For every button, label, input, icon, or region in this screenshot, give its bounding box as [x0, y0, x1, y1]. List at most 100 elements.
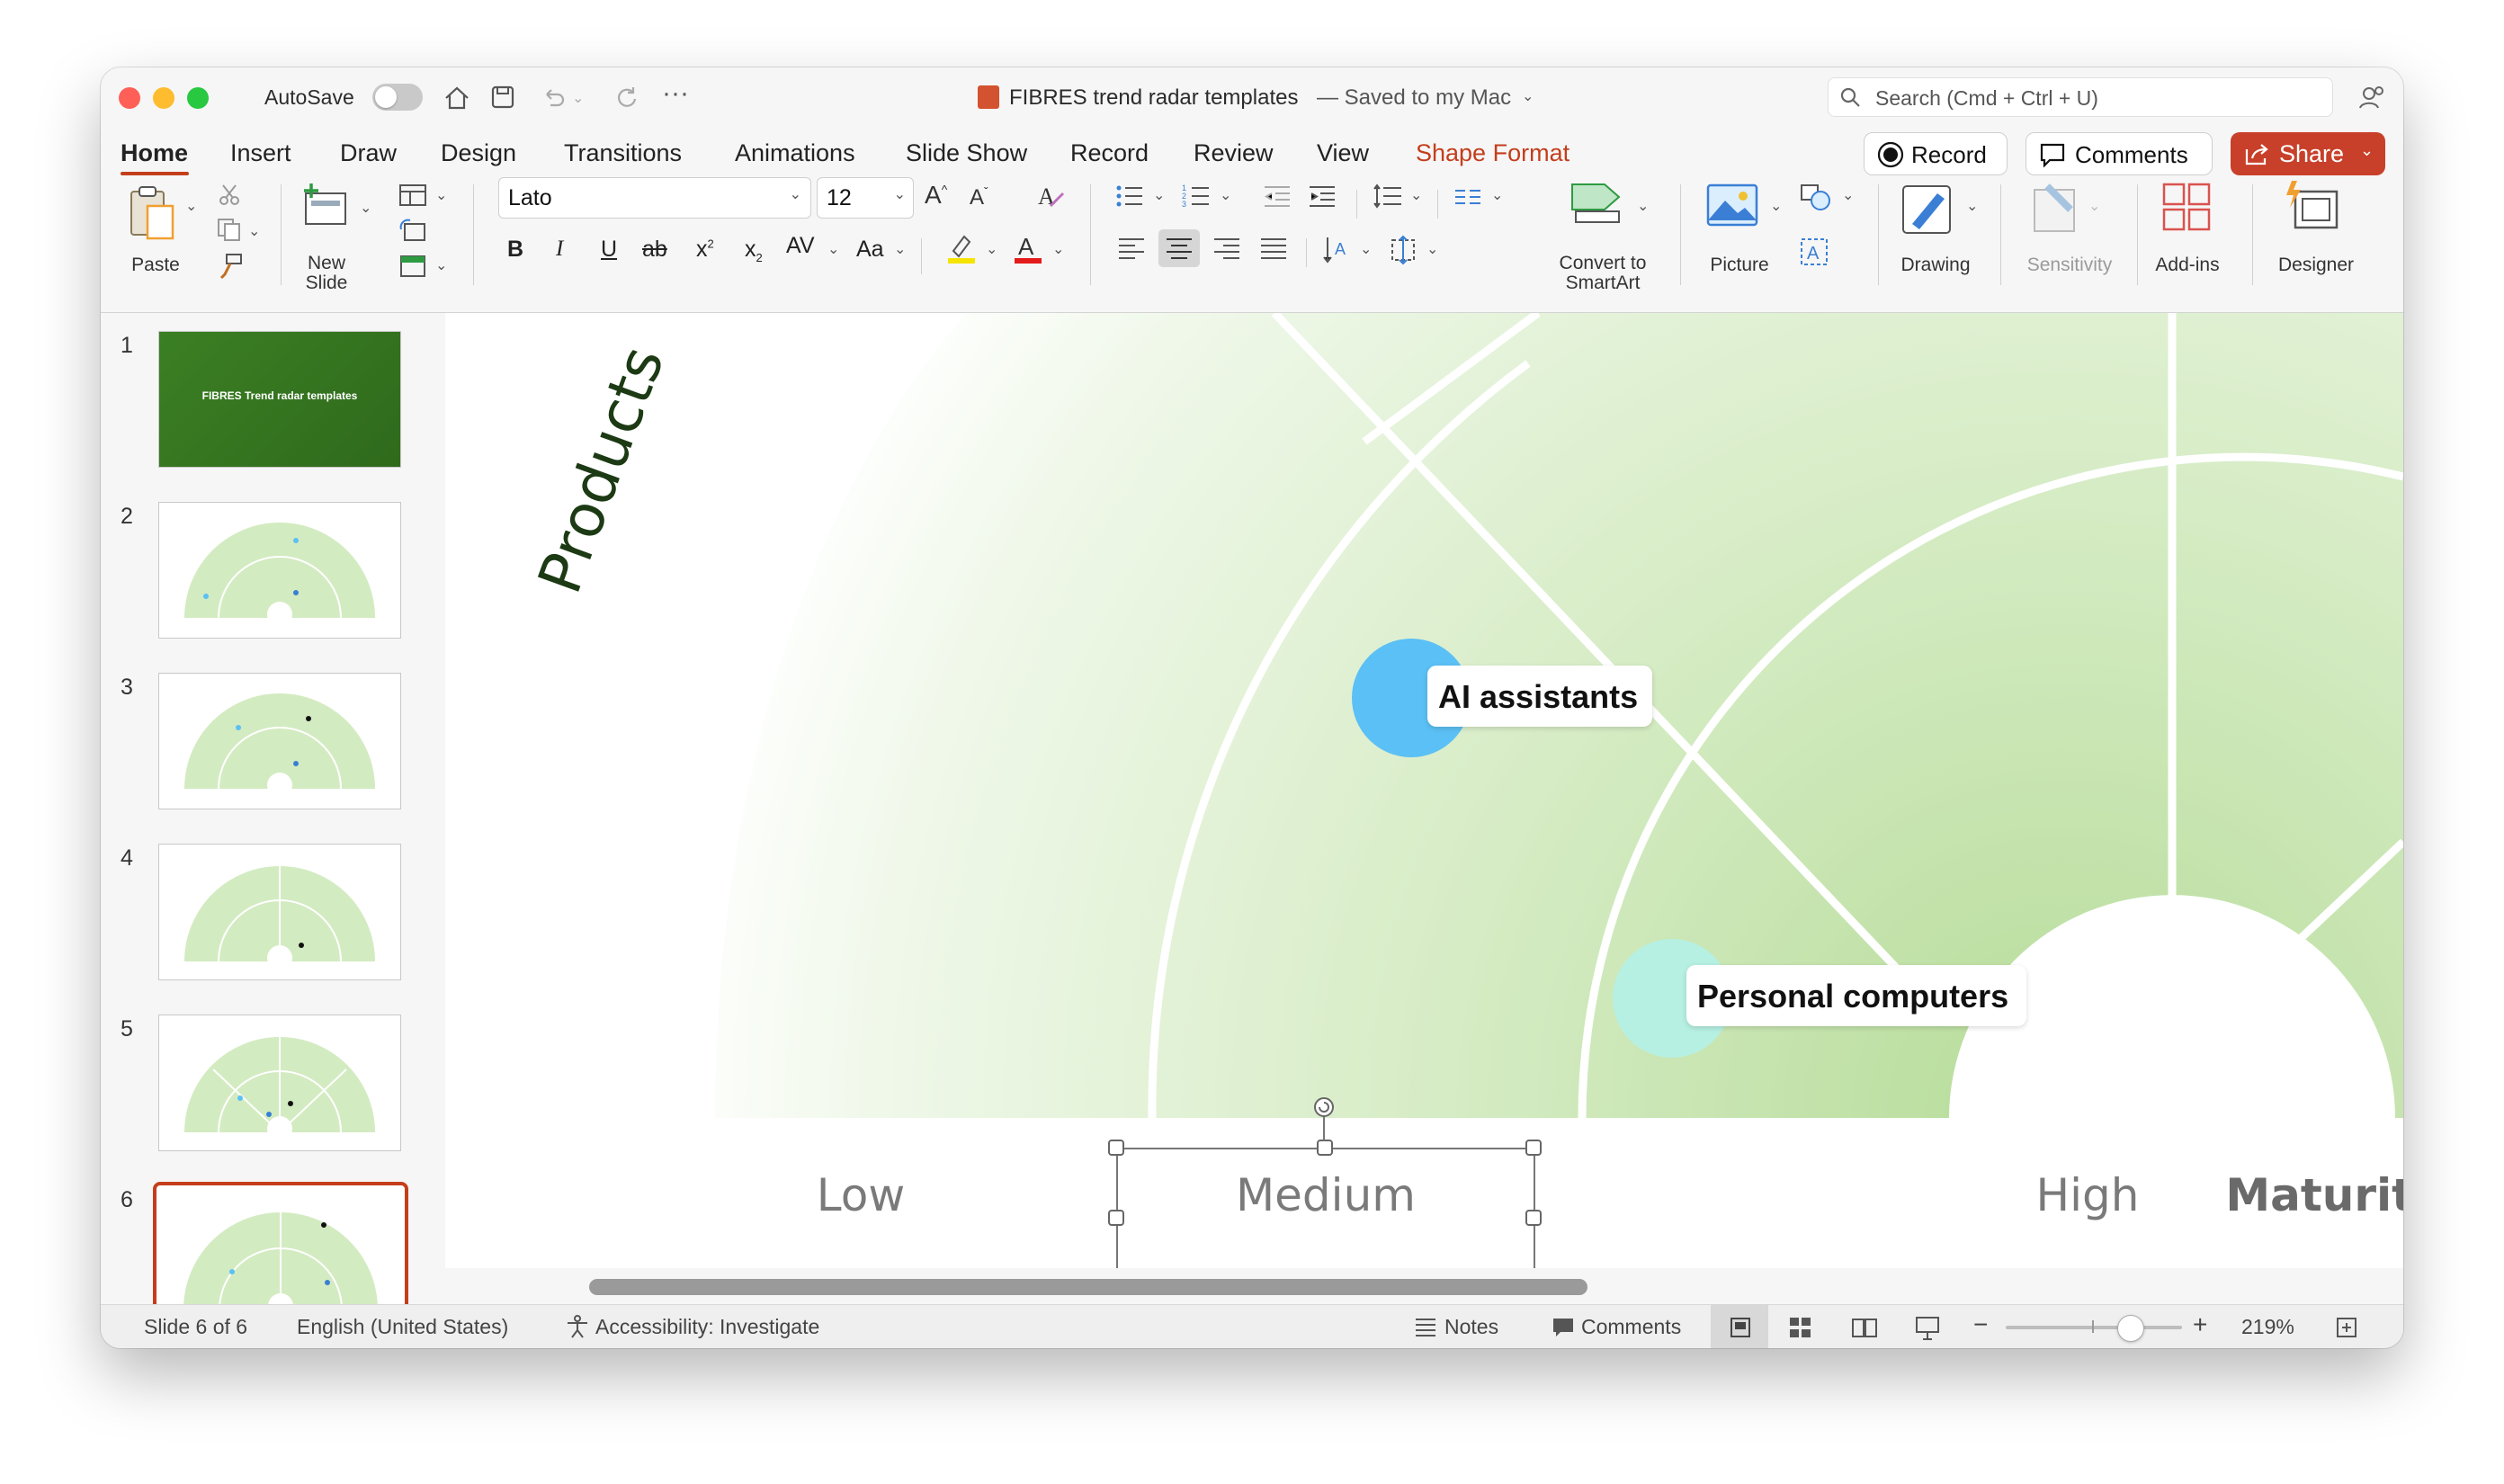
columns-icon[interactable] [1453, 186, 1482, 208]
layout-dropdown-icon[interactable]: ⌄ [435, 186, 447, 204]
new-slide-dropdown-icon[interactable]: ⌄ [360, 199, 371, 217]
slide-thumbnail-5[interactable] [158, 1015, 401, 1151]
subscript-button[interactable]: x2 [745, 237, 763, 264]
title-chevron-down-icon[interactable]: ⌄ [1522, 87, 1534, 105]
font-color-dropdown-icon[interactable]: ⌄ [1052, 240, 1064, 258]
line-spacing-icon[interactable] [1373, 183, 1403, 210]
smartart-dropdown-icon[interactable]: ⌄ [1637, 197, 1649, 215]
shapes-dropdown-icon[interactable]: ⌄ [1842, 186, 1854, 204]
line-spacing-dropdown-icon[interactable]: ⌄ [1410, 186, 1422, 204]
home-icon[interactable] [443, 84, 471, 112]
notes-icon[interactable] [1414, 1316, 1437, 1337]
section-icon[interactable] [398, 253, 428, 280]
zoom-in-button[interactable]: + [2193, 1310, 2207, 1339]
comments-status-icon[interactable] [1551, 1316, 1576, 1339]
selection-handles[interactable] [1107, 1139, 1543, 1268]
font-color-icon[interactable]: A [1013, 231, 1043, 265]
bullets-icon[interactable] [1115, 183, 1146, 210]
tab-transitions[interactable]: Transitions [564, 139, 682, 167]
zoom-out-button[interactable]: − [1973, 1310, 1988, 1339]
text-direction-dropdown-icon[interactable]: ⌄ [1360, 240, 1372, 258]
drawing-icon[interactable] [1900, 181, 1957, 238]
align-right-icon[interactable] [1212, 235, 1241, 262]
clear-formatting-icon[interactable]: A [1036, 181, 1067, 211]
columns-dropdown-icon[interactable]: ⌄ [1491, 186, 1503, 204]
more-icon[interactable]: ··· [662, 78, 689, 109]
tab-draw[interactable]: Draw [340, 139, 397, 167]
tab-slide-show[interactable]: Slide Show [906, 139, 1027, 167]
rotate-handle-icon[interactable] [1312, 1095, 1336, 1119]
smartart-icon[interactable] [1569, 181, 1624, 226]
highlight-dropdown-icon[interactable]: ⌄ [986, 240, 997, 258]
picture-icon[interactable] [1705, 183, 1759, 228]
decrease-indent-icon[interactable] [1263, 183, 1292, 210]
numbering-icon[interactable]: 123 [1182, 183, 1212, 210]
normal-view-button[interactable] [1711, 1305, 1768, 1348]
reading-view-icon[interactable] [1851, 1316, 1878, 1339]
align-center-button[interactable] [1158, 229, 1200, 267]
tab-animations[interactable]: Animations [735, 139, 855, 167]
record-button[interactable]: Record [1864, 132, 2008, 175]
slide-canvas[interactable]: Products AI assistants Personal computer… [445, 313, 2403, 1268]
zoom-slider[interactable] [2006, 1315, 2182, 1342]
change-case-button[interactable]: Aa [856, 237, 884, 263]
copy-icon[interactable] [216, 217, 243, 242]
superscript-button[interactable]: x2 [696, 237, 714, 263]
copy-dropdown-icon[interactable]: ⌄ [248, 222, 260, 240]
tab-insert[interactable]: Insert [230, 139, 291, 167]
increase-indent-icon[interactable] [1308, 183, 1337, 210]
share-button[interactable]: Share ⌄ [2231, 132, 2385, 175]
text-direction-icon[interactable]: A [1322, 235, 1353, 265]
comments-button[interactable]: Comments [2026, 132, 2213, 175]
shapes-icon[interactable] [1799, 183, 1835, 213]
language-status[interactable]: English (United States) [297, 1315, 508, 1339]
zoom-level[interactable]: 219% [2241, 1315, 2294, 1339]
autosave-toggle[interactable] [372, 84, 423, 111]
character-spacing-dropdown-icon[interactable]: ⌄ [827, 240, 839, 258]
bold-button[interactable]: B [507, 237, 523, 263]
ai-assistants-label-box[interactable]: AI assistants [1427, 666, 1652, 727]
save-icon[interactable] [489, 84, 516, 111]
slide-sorter-icon[interactable] [1788, 1316, 1813, 1339]
drawing-dropdown-icon[interactable]: ⌄ [1966, 197, 1978, 215]
redo-icon[interactable] [613, 84, 640, 111]
zoom-slider-thumb[interactable] [2117, 1315, 2144, 1342]
tab-review[interactable]: Review [1194, 139, 1274, 167]
axis-label-low[interactable]: Low [753, 1169, 969, 1221]
tab-shape-format[interactable]: Shape Format [1416, 139, 1569, 167]
character-spacing-button[interactable]: AV [786, 233, 815, 259]
strikethrough-button[interactable]: ab [642, 237, 667, 263]
format-painter-icon[interactable] [218, 253, 245, 280]
designer-icon[interactable] [2283, 179, 2340, 235]
add-ins-icon[interactable] [2160, 181, 2214, 235]
cut-icon[interactable] [218, 183, 241, 206]
axis-label-maturity[interactable]: Maturity [2046, 1169, 2403, 1221]
align-left-icon[interactable] [1117, 235, 1146, 262]
minimize-window-button[interactable] [153, 87, 174, 109]
accessibility-status[interactable]: Accessibility: Investigate [595, 1315, 819, 1339]
layout-icon[interactable] [398, 183, 428, 208]
tab-view[interactable]: View [1317, 139, 1369, 167]
picture-dropdown-icon[interactable]: ⌄ [1770, 197, 1782, 215]
notes-button[interactable]: Notes [1444, 1315, 1498, 1339]
tab-design[interactable]: Design [441, 139, 516, 167]
slide-thumbnail-2[interactable] [158, 502, 401, 639]
slide-thumbnail-1[interactable]: FIBRES Trend radar templates [158, 331, 401, 468]
align-text-icon[interactable] [1387, 235, 1419, 265]
textbox-icon[interactable]: A [1799, 237, 1829, 267]
slide-thumbnail-4[interactable] [158, 844, 401, 980]
justify-icon[interactable] [1259, 235, 1288, 262]
change-case-dropdown-icon[interactable]: ⌄ [894, 240, 906, 258]
new-slide-icon[interactable] [300, 181, 353, 233]
accessibility-icon[interactable] [565, 1314, 590, 1339]
tab-home[interactable]: Home [121, 139, 188, 167]
horizontal-scrollbar-thumb[interactable] [589, 1279, 1587, 1295]
underline-button[interactable]: U [601, 237, 617, 263]
paste-dropdown-icon[interactable]: ⌄ [185, 197, 197, 215]
tab-record[interactable]: Record [1070, 139, 1149, 167]
comments-status-button[interactable]: Comments [1581, 1315, 1681, 1339]
close-window-button[interactable] [119, 87, 140, 109]
undo-dropdown-icon[interactable]: ⌄ [572, 89, 584, 107]
section-dropdown-icon[interactable]: ⌄ [435, 256, 447, 274]
numbering-dropdown-icon[interactable]: ⌄ [1220, 186, 1231, 204]
